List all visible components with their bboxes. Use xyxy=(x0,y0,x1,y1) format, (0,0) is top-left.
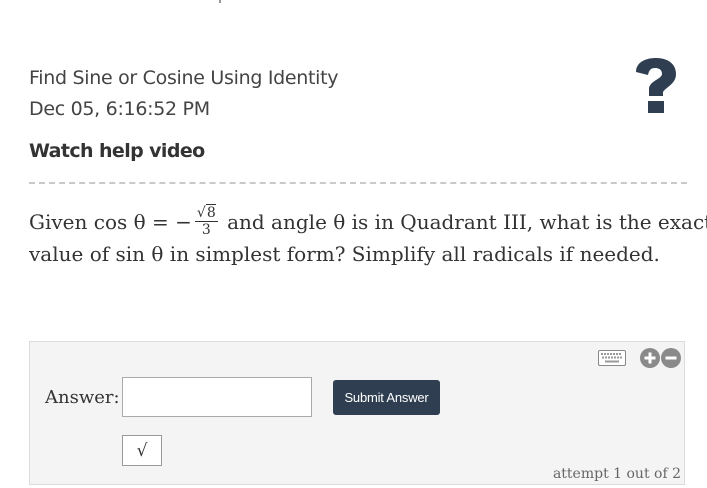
timestamp: Dec 05, 6:16:52 PM xyxy=(29,98,210,120)
submit-answer-button[interactable]: Submit Answer xyxy=(333,380,440,415)
square-root-button[interactable]: √ xyxy=(122,435,162,466)
question-given: Given cos θ = − xyxy=(29,210,192,234)
fraction-numerator: √8 xyxy=(194,204,218,222)
question-mark-icon[interactable] xyxy=(630,58,680,114)
answer-label: Answer: xyxy=(45,387,120,408)
attempt-counter: attempt 1 out of 2 xyxy=(552,466,681,482)
answer-input[interactable] xyxy=(122,377,312,417)
fraction-denominator: 3 xyxy=(201,222,211,238)
watch-help-video-link[interactable]: Watch help video xyxy=(29,140,205,162)
top-dot xyxy=(219,0,221,3)
radicand: 8 xyxy=(205,204,216,221)
fraction: √8 3 xyxy=(194,204,218,238)
question-line-1: Given cos θ = − √8 3 and angle θ is in Qua… xyxy=(29,204,707,239)
zoom-in-plus-icon[interactable] xyxy=(640,348,660,368)
zoom-out-minus-icon[interactable] xyxy=(661,348,681,368)
keyboard-icon[interactable] xyxy=(598,350,626,366)
skill-title: Find Sine or Cosine Using Identity xyxy=(29,67,339,89)
question-line-2: value of sin θ in simplest form? Simplif… xyxy=(29,242,660,266)
question-rest: and angle θ is in Quadrant III, what is … xyxy=(227,210,707,234)
divider xyxy=(29,182,687,184)
answer-panel: Answer: Submit Answer √ attempt 1 out of… xyxy=(29,341,685,485)
